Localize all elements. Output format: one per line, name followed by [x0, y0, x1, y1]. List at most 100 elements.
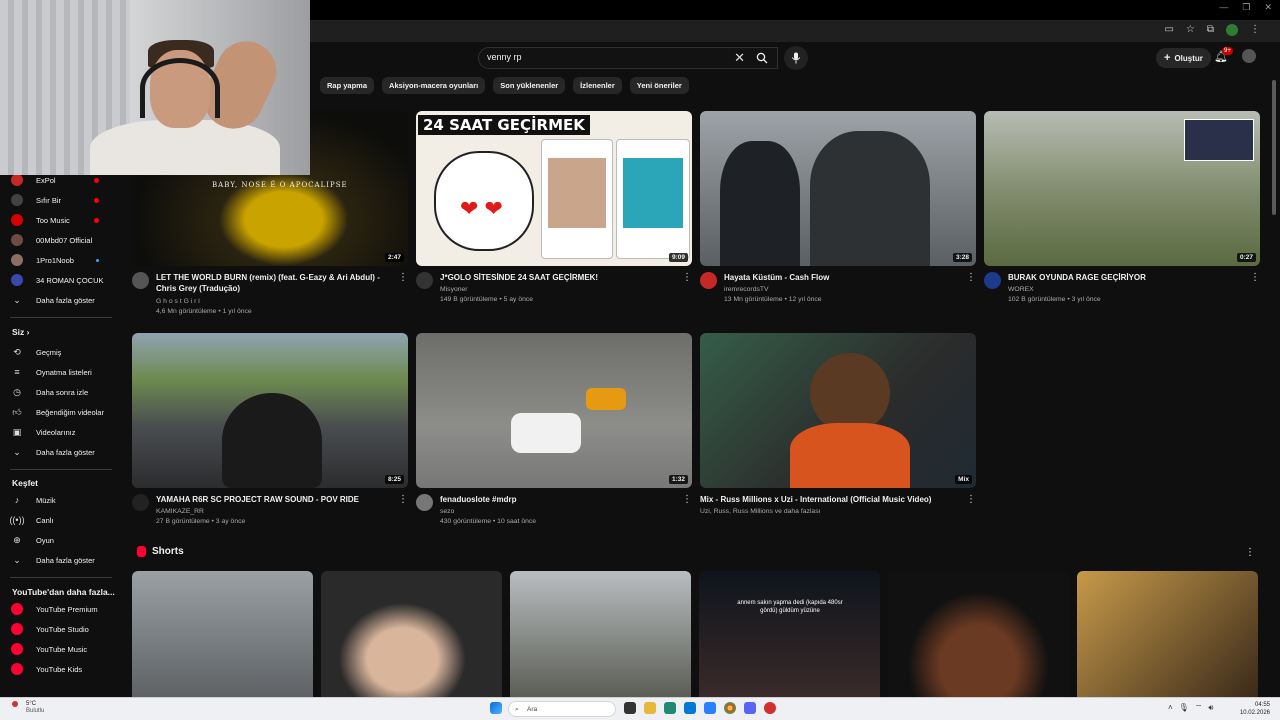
channel-avatar[interactable]	[132, 272, 149, 289]
short-thumbnail[interactable]	[132, 571, 313, 697]
file-explorer-icon[interactable]	[644, 702, 656, 714]
channel-name[interactable]: Misyoner	[440, 286, 468, 293]
more-actions-icon[interactable]: ⋮	[1250, 272, 1260, 283]
chevron-up-icon[interactable]: ˄	[1168, 703, 1173, 713]
video-title[interactable]: YAMAHA R6R SC PROJECT RAW SOUND - POV RI…	[156, 494, 388, 505]
mic-icon[interactable]: 🎙︎	[1179, 703, 1189, 713]
sidebar-item-playlists[interactable]: ≡ Oynatma listeleri	[0, 362, 118, 382]
video-thumbnail[interactable]: 1:32	[416, 333, 692, 488]
video-title[interactable]: BURAK OYUNDA RAGE GEÇİRİYOR	[1008, 272, 1240, 283]
more-actions-icon[interactable]: ⋮	[966, 494, 976, 505]
shorts-more-icon[interactable]: ⋮	[1245, 547, 1255, 558]
sidebar-show-more-you[interactable]: ⌄ Daha fazla göster	[0, 442, 118, 462]
create-button[interactable]: + Oluştur	[1156, 48, 1211, 68]
account-avatar[interactable]	[1242, 49, 1256, 63]
search-box[interactable]: venny rp ✕	[478, 47, 778, 69]
video-thumbnail[interactable]: 24 SAAT GEÇİRMEK ❤ ❤ 9:09	[416, 111, 692, 266]
video-thumbnail[interactable]: 0:27	[984, 111, 1260, 266]
obs-icon[interactable]	[764, 702, 776, 714]
channel-avatar[interactable]	[984, 272, 1001, 289]
sidebar-item-live[interactable]: ((•)) Canlı	[0, 510, 118, 530]
video-thumbnail[interactable]: 3:28	[700, 111, 976, 266]
chip-new-to-you[interactable]: Yeni öneriler	[629, 77, 689, 94]
video-card[interactable]: 3:28 Hayata Küstüm - Cash Flow iremrecor…	[700, 111, 976, 322]
sidebar-sub-sifir-bir[interactable]: Sıfır Bir	[0, 190, 118, 210]
sidebar-item-premium[interactable]: YouTube Premium	[0, 599, 118, 619]
taskbar-search[interactable]: ⌕ Ara	[508, 701, 616, 717]
restore-icon[interactable]: ❐	[1242, 2, 1250, 13]
video-title[interactable]: Hayata Küstüm - Cash Flow	[724, 272, 956, 283]
profile-avatar[interactable]	[1226, 24, 1238, 36]
clear-search-icon[interactable]: ✕	[734, 50, 745, 66]
task-view-icon[interactable]	[624, 702, 636, 714]
video-thumbnail[interactable]: 8:25	[132, 333, 408, 488]
clock[interactable]: 04:55 10.02.2026	[1240, 701, 1270, 717]
channel-name[interactable]: KAMIKAZE_RR	[156, 508, 204, 515]
edge-icon[interactable]	[664, 702, 676, 714]
more-actions-icon[interactable]: ⋮	[682, 494, 692, 505]
voice-search-button[interactable]	[784, 46, 808, 70]
channel-name[interactable]: WOREX	[1008, 286, 1034, 293]
channel-name[interactable]: sezo	[440, 508, 454, 515]
video-card[interactable]: 0:27 BURAK OYUNDA RAGE GEÇİRİYOR WOREX 1…	[984, 111, 1260, 322]
cast-icon[interactable]: ▭	[1164, 24, 1173, 36]
sidebar-show-more-explore[interactable]: ⌄ Daha fazla göster	[0, 550, 118, 570]
mail-icon[interactable]	[704, 702, 716, 714]
chip-watched[interactable]: İzlenenler	[573, 77, 622, 94]
sidebar-item-history[interactable]: ⟲ Geçmiş	[0, 342, 118, 362]
video-title[interactable]: Mix - Russ Millions x Uzi - Internationa…	[700, 494, 932, 505]
more-actions-icon[interactable]: ⋮	[398, 494, 408, 505]
video-card[interactable]: 1:32 fenaduoslote #mdrp sezo 430 görüntü…	[416, 333, 692, 544]
bookmark-star-icon[interactable]: ☆	[1186, 24, 1195, 36]
channel-name[interactable]: G h o s t G i r l	[156, 298, 200, 305]
video-title[interactable]: LET THE WORLD BURN (remix) (feat. G-Eazy…	[156, 272, 388, 294]
close-window-icon[interactable]: ✕	[1264, 2, 1272, 13]
extensions-icon[interactable]: ⧉	[1207, 24, 1214, 36]
short-thumbnail[interactable]	[888, 571, 1069, 697]
search-button[interactable]	[748, 47, 776, 69]
video-thumbnail[interactable]: Mix	[700, 333, 976, 488]
weather-widget[interactable]: 5°C Bulutlu	[6, 701, 44, 715]
channel-avatar[interactable]	[132, 494, 149, 511]
sidebar-sub-1pro1noob[interactable]: 1Pro1Noob	[0, 250, 118, 270]
network-icon[interactable]: ⌔	[1195, 703, 1203, 713]
channel-name[interactable]: iremrecordsTV	[724, 286, 769, 293]
sidebar-sub-00mbd07[interactable]: 00Mbd07 Official	[0, 230, 118, 250]
sidebar-show-more-subs[interactable]: ⌄ Daha fazla göster	[0, 290, 118, 310]
sidebar-item-music[interactable]: ♪ Müzik	[0, 490, 118, 510]
volume-icon[interactable]: 🔊︎	[1208, 703, 1213, 713]
chip-action-adventure[interactable]: Aksiyon-macera oyunları	[382, 77, 486, 94]
menu-dots-icon[interactable]: ⋮	[1250, 24, 1260, 36]
sidebar-sub-34-roman[interactable]: 34 ROMAN ÇOCUK...	[0, 270, 118, 290]
sidebar-item-watch-later[interactable]: ◷ Daha sonra izle	[0, 382, 118, 402]
channel-avatar[interactable]	[416, 272, 433, 289]
discord-icon[interactable]	[744, 702, 756, 714]
channel-avatar[interactable]	[700, 272, 717, 289]
sidebar-sub-too-music[interactable]: Too Music	[0, 210, 118, 230]
sidebar-item-kids[interactable]: YouTube Kids	[0, 659, 118, 679]
store-icon[interactable]	[684, 702, 696, 714]
minimize-icon[interactable]: —	[1219, 2, 1228, 13]
sidebar-item-liked[interactable]: 👍︎ Beğendiğim videolar	[0, 402, 118, 422]
page-scrollbar[interactable]	[1272, 80, 1276, 215]
video-card[interactable]: 8:25 YAMAHA R6R SC PROJECT RAW SOUND - P…	[132, 333, 408, 544]
chip-recently-uploaded[interactable]: Son yüklenenler	[493, 77, 566, 94]
short-thumbnail[interactable]	[510, 571, 691, 697]
short-thumbnail[interactable]	[1077, 571, 1258, 697]
sidebar-item-studio[interactable]: YouTube Studio	[0, 619, 118, 639]
video-card[interactable]: 24 SAAT GEÇİRMEK ❤ ❤ 9:09 J*GOLO SİTESİN…	[416, 111, 692, 322]
channel-avatar[interactable]	[416, 494, 433, 511]
more-actions-icon[interactable]: ⋮	[966, 272, 976, 283]
short-thumbnail[interactable]	[321, 571, 502, 697]
search-input[interactable]: venny rp	[487, 52, 522, 62]
chip-rap[interactable]: Rap yapma	[320, 77, 375, 94]
sidebar-item-your-videos[interactable]: ▣ Videolarınız	[0, 422, 118, 442]
short-thumbnail[interactable]: annem sakın yapma dedi (kapıda 480sr gör…	[699, 571, 880, 697]
more-actions-icon[interactable]: ⋮	[682, 272, 692, 283]
sidebar-item-gaming[interactable]: ⊕ Oyun	[0, 530, 118, 550]
mix-card[interactable]: Mix Mix - Russ Millions x Uzi - Internat…	[700, 333, 976, 544]
video-title[interactable]: fenaduoslote #mdrp	[440, 494, 672, 505]
sidebar-item-music-app[interactable]: YouTube Music	[0, 639, 118, 659]
video-title[interactable]: J*GOLO SİTESİNDE 24 SAAT GEÇİRMEK!	[440, 272, 672, 283]
chrome-icon[interactable]	[724, 702, 736, 714]
